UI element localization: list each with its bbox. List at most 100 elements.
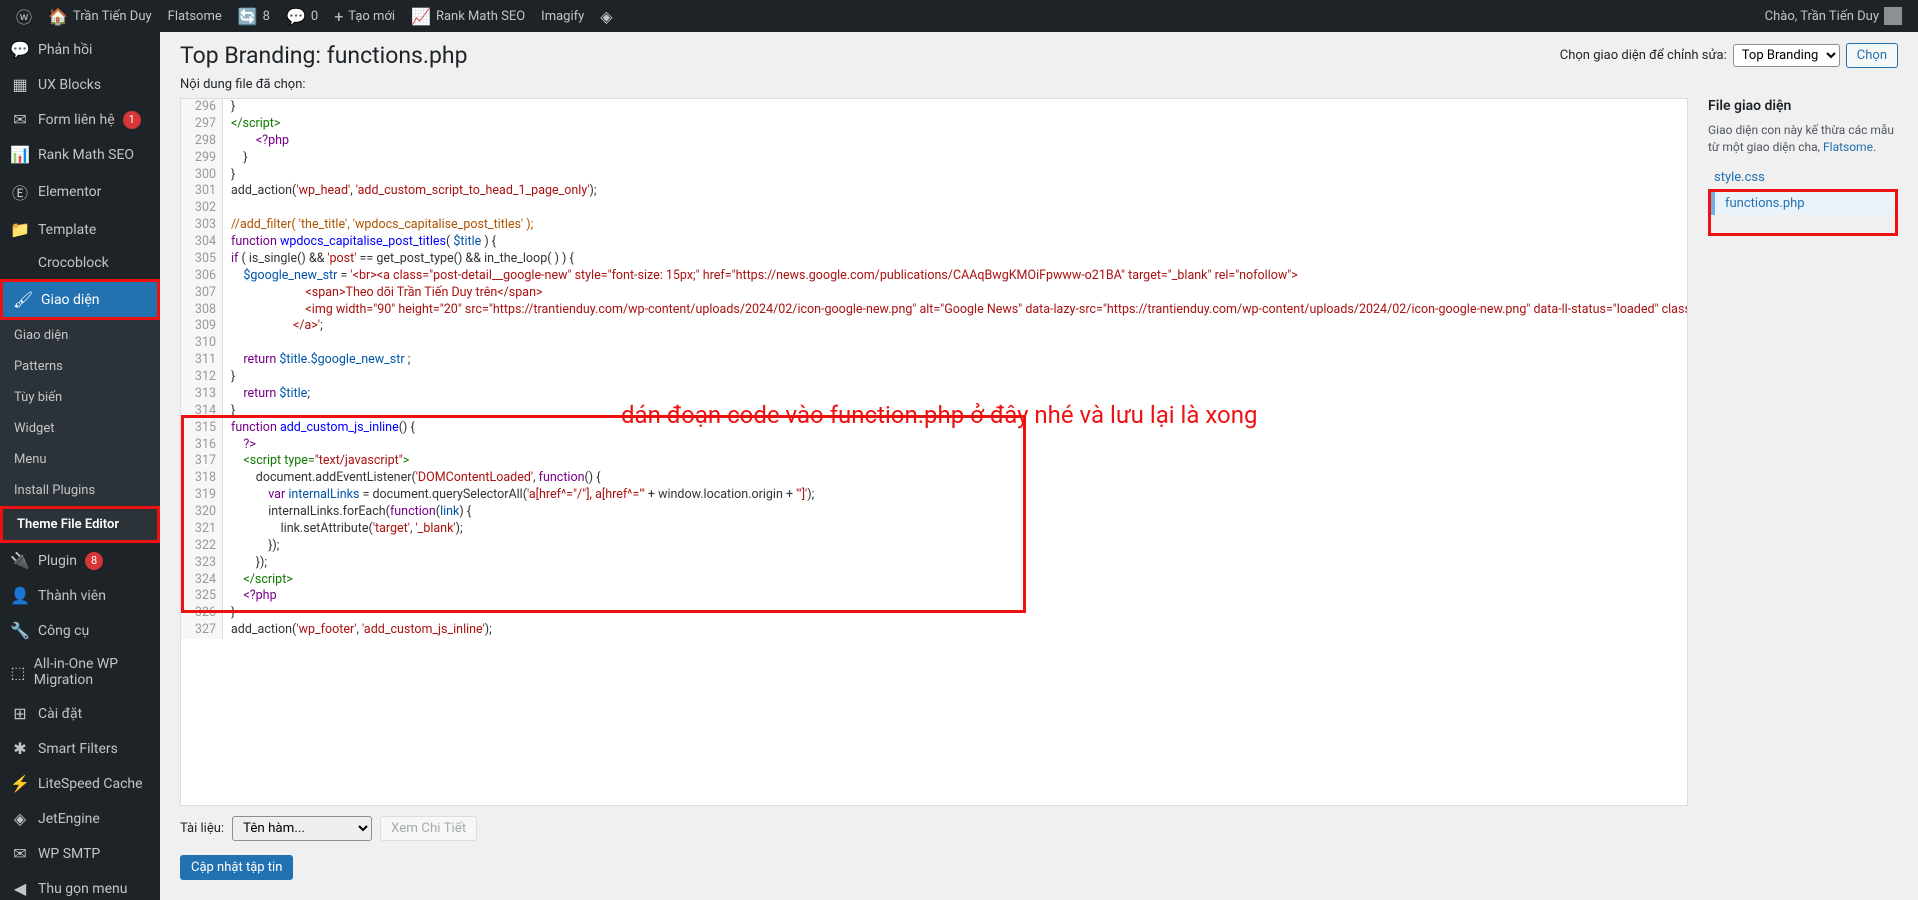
update-icon: 🔄	[238, 7, 258, 26]
menu-icon: ⊞	[10, 704, 30, 723]
code-line[interactable]: ?>	[223, 437, 1687, 454]
new-content[interactable]: +Tạo mới	[326, 0, 403, 32]
code-line[interactable]: </script>	[223, 116, 1687, 133]
theme-select[interactable]: Top Branding	[1733, 44, 1840, 67]
menu-icon: ▦	[10, 75, 30, 94]
sidebar-item-template[interactable]: 📁Template	[0, 212, 160, 247]
site-link[interactable]: 🏠 Trần Tiến Duy	[40, 0, 160, 32]
function-select[interactable]: Tên hàm...	[232, 816, 372, 841]
rankmath-link[interactable]: 📈Rank Math SEO	[403, 0, 533, 32]
menu-icon: 📊	[10, 145, 30, 164]
code-line[interactable]: add_action('wp_footer', 'add_custom_js_i…	[223, 622, 1687, 639]
code-line[interactable]: link.setAttribute('target', '_blank');	[223, 521, 1687, 538]
line-number: 305	[181, 251, 223, 268]
code-line[interactable]: }	[223, 369, 1687, 386]
code-line[interactable]: <script type="text/javascript">	[223, 453, 1687, 470]
sidebar-item-crocoblock[interactable]: Crocoblock	[0, 247, 160, 279]
badge: 1	[123, 111, 141, 129]
sidebar-item-wp-smtp[interactable]: ✉WP SMTP	[0, 836, 160, 871]
submenu-item-giao-diện[interactable]: Giao diện	[0, 320, 160, 351]
diamond-icon: ◈	[600, 7, 612, 26]
sidebar-item-rank-math-seo[interactable]: 📊Rank Math SEO	[0, 137, 160, 172]
code-line[interactable]: <?php	[223, 133, 1687, 150]
line-number: 307	[181, 285, 223, 302]
code-line[interactable]: add_action('wp_head', 'add_custom_script…	[223, 183, 1687, 200]
code-line[interactable]: }	[223, 150, 1687, 167]
chart-icon: 📈	[411, 7, 431, 26]
code-line[interactable]: }	[223, 605, 1687, 622]
sidebar-item-plugin[interactable]: 🔌Plugin8	[0, 543, 160, 578]
extra-link[interactable]: ◈	[592, 0, 620, 32]
code-line[interactable]: document.addEventListener('DOMContentLoa…	[223, 470, 1687, 487]
sidebar-item-elementor[interactable]: ⒺElementor	[0, 172, 160, 212]
sidebar-item-ux-blocks[interactable]: ▦UX Blocks	[0, 67, 160, 102]
sidebar-item-litespeed-cache[interactable]: ⚡LiteSpeed Cache	[0, 766, 160, 801]
file-item-style-css[interactable]: style.css	[1708, 166, 1898, 189]
code-line[interactable]: </a>';	[223, 318, 1687, 335]
site-name: Trần Tiến Duy	[73, 9, 152, 24]
line-number: 323	[181, 555, 223, 572]
code-line[interactable]: <img width="90" height="20" src="https:/…	[223, 302, 1688, 319]
sidebar-item-thành-viên[interactable]: 👤Thành viên	[0, 578, 160, 613]
docs-label: Tài liệu:	[180, 821, 224, 836]
update-file-button[interactable]: Cập nhật tập tin	[180, 855, 293, 880]
code-line[interactable]: return $title;	[223, 386, 1687, 403]
updates-link[interactable]: 🔄8	[230, 0, 278, 32]
code-line[interactable]: }	[223, 99, 1687, 116]
menu-icon: ⬚	[10, 663, 26, 682]
code-line[interactable]: function add_custom_js_inline() {	[223, 420, 1687, 437]
line-number: 312	[181, 369, 223, 386]
code-line[interactable]: });	[223, 555, 1687, 572]
code-line[interactable]: if ( is_single() && 'post' == get_post_t…	[223, 251, 1687, 268]
code-line[interactable]: });	[223, 538, 1687, 555]
code-line[interactable]: function wpdocs_capitalise_post_titles( …	[223, 234, 1687, 251]
line-number: 313	[181, 386, 223, 403]
code-line[interactable]	[223, 335, 1687, 352]
code-line[interactable]	[223, 200, 1687, 217]
code-line[interactable]: }	[223, 167, 1687, 184]
sidebar-item-all-in-one-wp-migration[interactable]: ⬚All-in-One WP Migration	[0, 648, 160, 696]
view-detail-button[interactable]: Xem Chi Tiết	[380, 816, 477, 841]
sidebar-item-giao-diện[interactable]: 🖌Giao diện	[0, 279, 160, 320]
sidebar-item-phản-hồi[interactable]: 💬Phản hồi	[0, 32, 160, 67]
code-line[interactable]: </script>	[223, 572, 1687, 589]
code-editor[interactable]: 296}297</script>298 <?php299 }300}301add…	[180, 98, 1688, 806]
sidebar-item-smart-filters[interactable]: ✱Smart Filters	[0, 731, 160, 766]
theme-switch[interactable]: Flatsome	[160, 0, 230, 32]
wp-logo[interactable]: ⓦ	[8, 0, 40, 32]
sidebar-item-thu-gọn-menu[interactable]: ◀Thu gọn menu	[0, 871, 160, 900]
line-number: 311	[181, 352, 223, 369]
code-line[interactable]: <span>Theo dõi Trần Tiến Duy trên</span>	[223, 285, 1687, 302]
line-number: 314	[181, 403, 223, 420]
code-line[interactable]: //add_filter( 'the_title', 'wpdocs_capit…	[223, 217, 1687, 234]
line-number: 302	[181, 200, 223, 217]
code-line[interactable]: var internalLinks = document.querySelect…	[223, 487, 1687, 504]
menu-icon: Ⓔ	[10, 180, 30, 204]
user-greeting[interactable]: Chào, Trần Tiến Duy	[1757, 0, 1910, 32]
menu-icon: ✉	[10, 110, 30, 129]
submenu-item-widget[interactable]: Widget	[0, 413, 160, 444]
comments-link[interactable]: 💬0	[278, 0, 326, 32]
sidebar-item-công-cụ[interactable]: 🔧Công cụ	[0, 613, 160, 648]
submenu-item-patterns[interactable]: Patterns	[0, 351, 160, 382]
submenu-item-tùy-biến[interactable]: Tùy biến	[0, 382, 160, 413]
sidebar-item-jetengine[interactable]: ◈JetEngine	[0, 801, 160, 836]
line-number: 299	[181, 150, 223, 167]
choose-button[interactable]: Chọn	[1846, 43, 1898, 68]
sidebar-item-cài-đặt[interactable]: ⊞Cài đặt	[0, 696, 160, 731]
code-line[interactable]: <?php	[223, 588, 1687, 605]
home-icon: 🏠	[48, 7, 68, 26]
submenu-item-menu[interactable]: Menu	[0, 444, 160, 475]
code-line[interactable]: $google_new_str = '<br><a class="post-de…	[223, 268, 1687, 285]
parent-theme-link[interactable]: Flatsome	[1823, 140, 1873, 154]
file-item-functions-php[interactable]: functions.php	[1711, 192, 1895, 215]
imagify-link[interactable]: Imagify	[533, 0, 592, 32]
line-number: 317	[181, 453, 223, 470]
code-line[interactable]: return $title.$google_new_str ;	[223, 352, 1687, 369]
line-number: 319	[181, 487, 223, 504]
code-line[interactable]: internalLinks.forEach(function(link) {	[223, 504, 1687, 521]
code-line[interactable]: }	[223, 403, 1687, 420]
submenu-item-install-plugins[interactable]: Install Plugins	[0, 475, 160, 506]
sidebar-item-form-liên-hệ[interactable]: ✉Form liên hệ1	[0, 102, 160, 137]
submenu-item-theme-file-editor[interactable]: Theme File Editor	[0, 506, 160, 543]
